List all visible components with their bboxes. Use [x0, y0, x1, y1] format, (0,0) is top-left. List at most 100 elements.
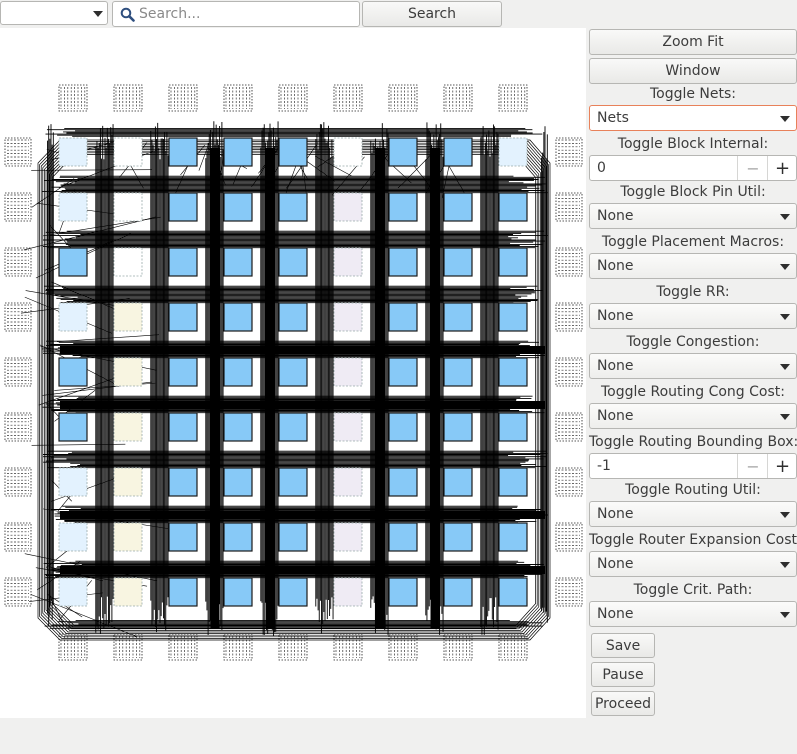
clb-block — [443, 412, 473, 442]
search-button[interactable]: Search — [362, 1, 502, 27]
clb-block — [168, 577, 198, 607]
view-dropdown[interactable] — [0, 1, 108, 25]
clb-block — [498, 302, 528, 332]
clb-block — [498, 577, 528, 607]
mem-block — [113, 577, 143, 607]
chevron-down-icon — [780, 264, 790, 270]
toggle-congestion-value: None — [597, 358, 634, 374]
clb-block — [388, 357, 418, 387]
zoom-fit-button[interactable]: Zoom Fit — [589, 29, 797, 55]
io-pad — [555, 137, 583, 167]
clb-block — [223, 412, 253, 442]
io-pad — [443, 633, 473, 661]
save-button[interactable]: Save — [591, 633, 655, 658]
io-pad — [555, 302, 583, 332]
io-pad — [4, 137, 32, 167]
toggle-block-pin-util-value: None — [597, 208, 634, 224]
io-pad — [4, 302, 32, 332]
control-panel: Zoom Fit Window Toggle Nets: Nets Toggle… — [589, 28, 797, 718]
io-pad — [555, 522, 583, 552]
io-pad — [555, 247, 583, 277]
clb-block — [168, 247, 198, 277]
fpga-canvas[interactable] — [0, 28, 586, 718]
net-wire — [52, 154, 536, 626]
toggle-routing-cong-cost-select[interactable]: None — [589, 403, 797, 429]
empty-block — [113, 192, 143, 222]
toggle-crit-path-select[interactable]: None — [589, 601, 797, 627]
toggle-router-expansion-costs-label: Toggle Router Expansion Costs: — [589, 532, 797, 548]
toggle-crit-path-value: None — [597, 606, 634, 622]
proceed-button[interactable]: Proceed — [591, 691, 655, 716]
fpga-layout-view — [4, 84, 583, 661]
clb-block — [168, 302, 198, 332]
clb-block — [278, 357, 308, 387]
toggle-routing-util-select[interactable]: None — [589, 501, 797, 527]
clb-block — [388, 467, 418, 497]
io-pad — [113, 633, 143, 661]
io-pad — [555, 357, 583, 387]
net-wire — [57, 494, 72, 512]
io-pad — [223, 84, 253, 112]
toggle-routing-util-label: Toggle Routing Util: — [625, 482, 761, 498]
window-button[interactable]: Window — [589, 58, 797, 84]
io-pad — [58, 633, 88, 661]
io-block — [58, 467, 88, 497]
clb-block — [278, 412, 308, 442]
io-pad — [4, 577, 32, 607]
dsp-block — [333, 192, 363, 222]
io-pad — [388, 84, 418, 112]
clb-block — [443, 137, 473, 167]
decrement-button[interactable]: − — [737, 454, 768, 478]
io-pad — [278, 633, 308, 661]
increment-button[interactable]: + — [767, 454, 797, 478]
toggle-placement-macros-value: None — [597, 258, 634, 274]
clb-block — [168, 137, 198, 167]
toggle-routing-bounding-box-label: Toggle Routing Bounding Box: — [589, 434, 797, 450]
net-wire — [31, 169, 153, 171]
io-pad — [4, 412, 32, 442]
toggle-nets-select[interactable]: Nets — [589, 105, 797, 131]
search-field[interactable] — [112, 1, 360, 27]
clb-block — [223, 137, 253, 167]
io-pad — [168, 633, 198, 661]
clb-block — [388, 522, 418, 552]
io-pad — [4, 247, 32, 277]
io-pad — [555, 192, 583, 222]
toggle-block-internal-spinner[interactable]: 0 − + — [589, 155, 797, 181]
clb-block — [498, 357, 528, 387]
io-block — [58, 302, 88, 332]
toggle-congestion-select[interactable]: None — [589, 353, 797, 379]
chevron-down-icon — [780, 314, 790, 320]
clb-block — [168, 467, 198, 497]
toggle-routing-util-value: None — [597, 506, 634, 522]
toggle-routing-bounding-box-spinner[interactable]: -1 − + — [589, 453, 797, 479]
toggle-rr-select[interactable]: None — [589, 303, 797, 329]
increment-button[interactable]: + — [767, 156, 797, 180]
toggle-block-internal-label: Toggle Block Internal: — [617, 136, 769, 152]
io-pad — [278, 84, 308, 112]
pause-button[interactable]: Pause — [591, 662, 655, 687]
clb-block — [388, 247, 418, 277]
toggle-block-pin-util-select[interactable]: None — [589, 203, 797, 229]
mem-block — [113, 412, 143, 442]
toggle-placement-macros-select[interactable]: None — [589, 253, 797, 279]
chevron-down-icon — [780, 214, 790, 220]
io-pad — [4, 522, 32, 552]
io-pad — [168, 84, 198, 112]
clb-block — [443, 247, 473, 277]
io-block — [498, 137, 528, 167]
io-block — [58, 522, 88, 552]
toggle-router-expansion-costs-select[interactable]: None — [589, 551, 797, 577]
clb-block — [168, 192, 198, 222]
toggle-routing-bounding-box-value[interactable]: -1 — [597, 458, 611, 474]
dsp-block — [333, 467, 363, 497]
search-input[interactable] — [139, 4, 354, 24]
decrement-button[interactable]: − — [737, 156, 768, 180]
clb-block — [498, 192, 528, 222]
dsp-block — [333, 247, 363, 277]
toggle-block-internal-value[interactable]: 0 — [597, 160, 606, 176]
chevron-down-icon — [780, 612, 790, 618]
io-pad — [333, 84, 363, 112]
clb-block — [223, 577, 253, 607]
clb-block — [278, 192, 308, 222]
